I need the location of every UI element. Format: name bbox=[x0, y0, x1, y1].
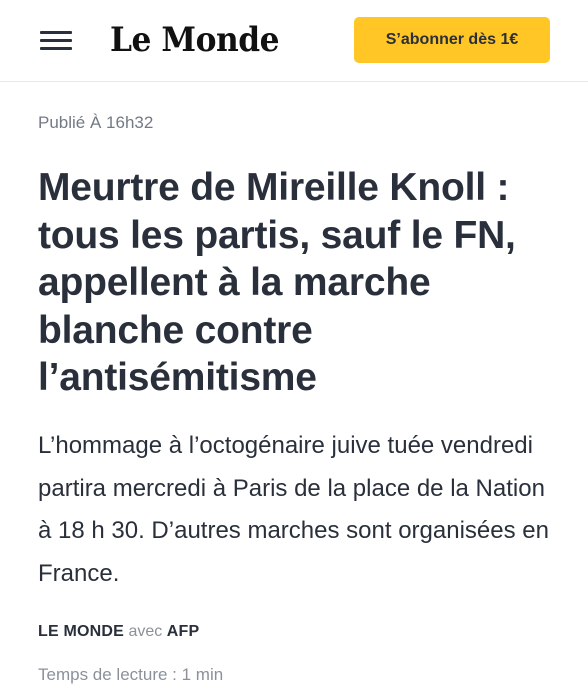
byline-agency[interactable]: AFP bbox=[167, 623, 200, 640]
menu-bar-middle bbox=[40, 39, 72, 42]
byline-with: avec bbox=[128, 623, 163, 640]
site-header: Le Monde S’abonner dès 1€ bbox=[0, 0, 588, 82]
reading-time: Temps de lecture : 1 min bbox=[38, 665, 224, 684]
article-lede: L’hommage à l’octogénaire juive tuée ven… bbox=[38, 432, 549, 587]
publication-time: Publié À 16h32 bbox=[38, 113, 154, 132]
menu-bar-bottom bbox=[40, 47, 72, 50]
menu-bar-top bbox=[40, 31, 72, 34]
le-monde-logo[interactable]: Le Monde bbox=[110, 18, 280, 62]
article-byline: LE MONDE avec AFP bbox=[38, 622, 199, 642]
subscribe-button[interactable]: S’abonner dès 1€ bbox=[354, 17, 550, 63]
hamburger-menu-icon[interactable] bbox=[40, 28, 74, 52]
byline-author[interactable]: LE MONDE bbox=[38, 623, 124, 640]
article-title: Meurtre de Mireille Knoll : tous les par… bbox=[38, 166, 516, 399]
